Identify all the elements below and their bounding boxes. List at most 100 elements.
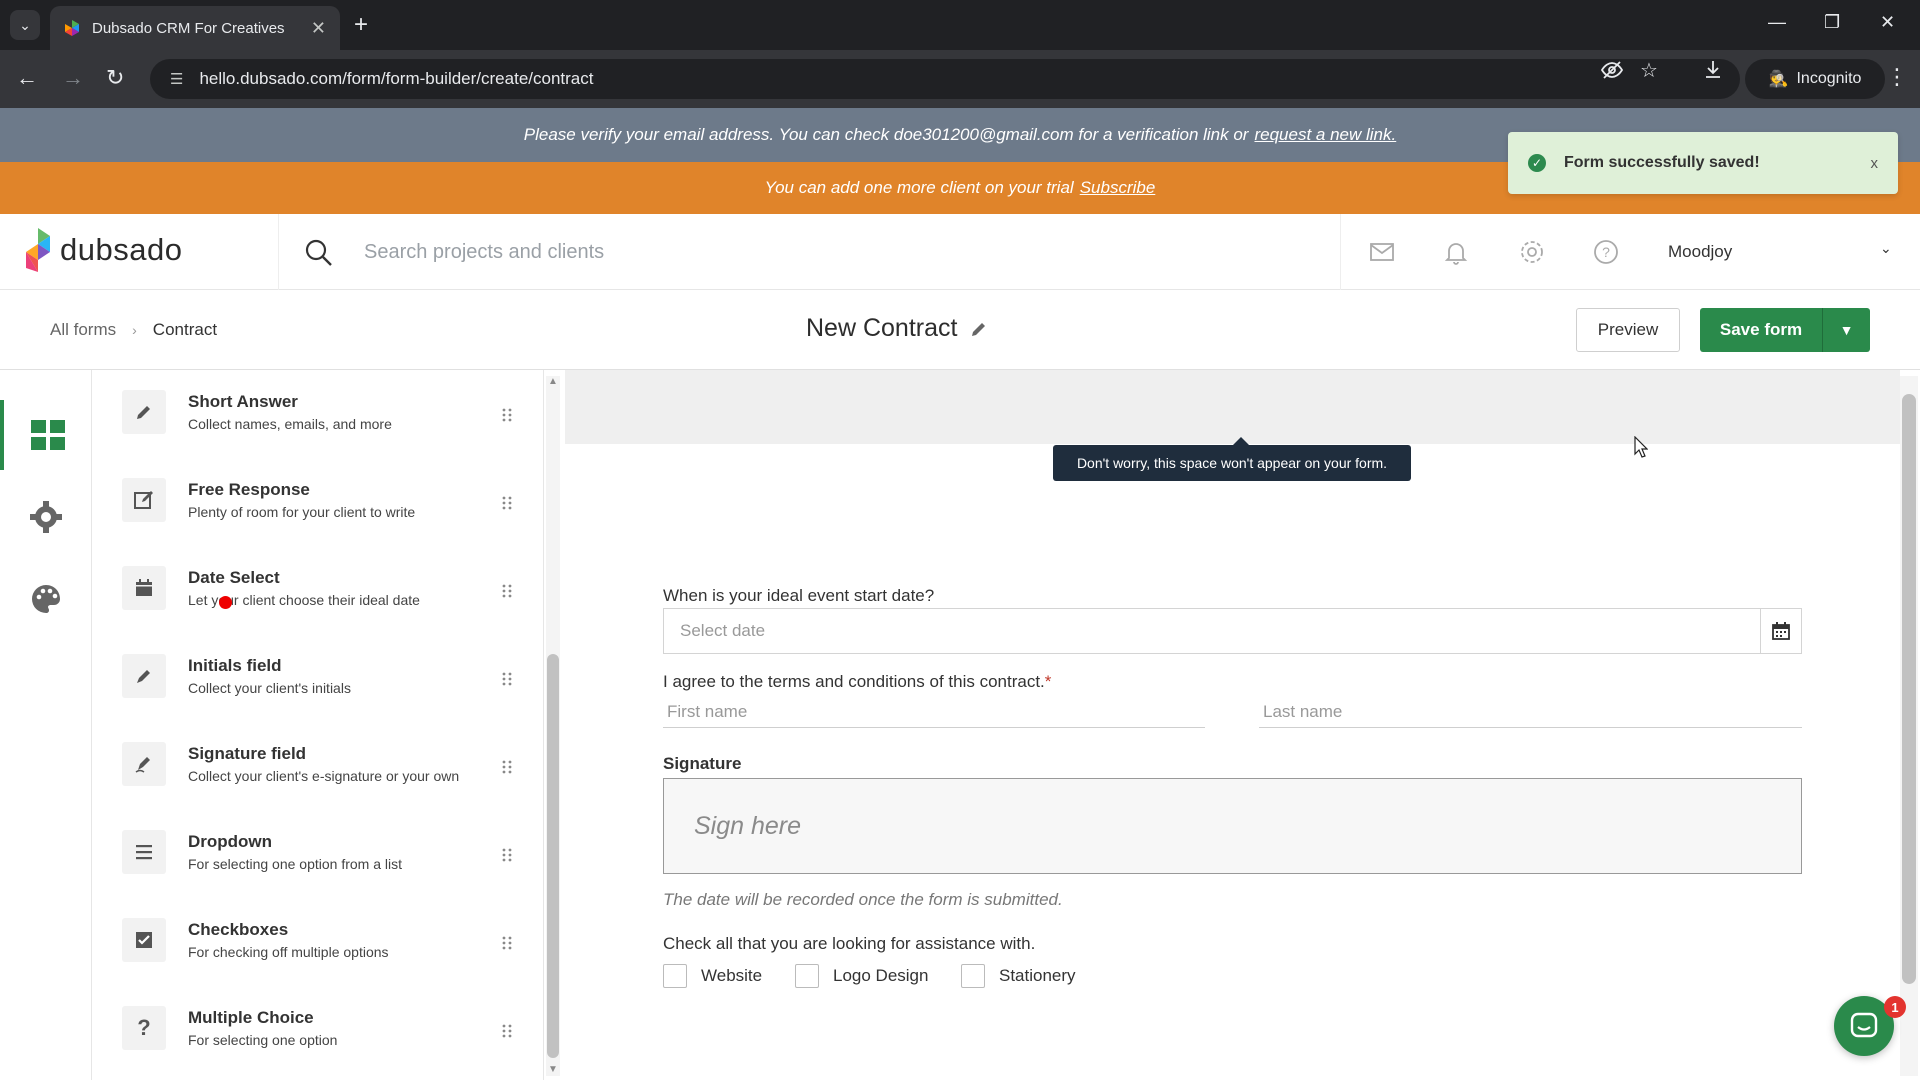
bookmark-star-icon[interactable]: ☆ — [1640, 58, 1658, 83]
success-toast: ✓ Form successfully saved! x — [1508, 132, 1898, 194]
breadcrumb-all-forms[interactable]: All forms — [50, 320, 116, 340]
checkbox-option-stationery[interactable]: Stationery — [961, 964, 1076, 988]
last-name-field[interactable]: Last name — [1259, 692, 1802, 728]
field-desc: For selecting one option — [188, 1032, 338, 1048]
palette-item-checkboxes[interactable]: Checkboxes For checking off multiple opt… — [122, 912, 512, 982]
dubsado-favicon-icon — [65, 20, 79, 36]
date-placeholder: Select date — [680, 621, 766, 640]
signature-icon — [122, 742, 166, 786]
checkbox-option-website[interactable]: Website — [663, 964, 762, 988]
search-icon[interactable] — [304, 238, 334, 268]
checkbox[interactable] — [795, 964, 819, 988]
canvas-scrollbar-thumb[interactable] — [1902, 394, 1916, 984]
tab-search-button[interactable]: ⌄ — [10, 10, 40, 40]
drag-handle-icon[interactable] — [502, 848, 512, 862]
last-name-placeholder: Last name — [1263, 702, 1343, 721]
list-icon — [122, 830, 166, 874]
preview-button[interactable]: Preview — [1576, 308, 1680, 352]
drag-handle-icon[interactable] — [502, 408, 512, 422]
signature-pad[interactable]: Sign here — [663, 778, 1802, 874]
mouse-cursor-icon — [1634, 436, 1648, 458]
browser-tab[interactable]: Dubsado CRM For Creatives ✕ — [50, 6, 340, 50]
checkbox-option-logo-design[interactable]: Logo Design — [795, 964, 928, 988]
chevron-down-icon[interactable]: ⌄ — [1880, 240, 1892, 257]
palette-item-short-answer[interactable]: Short Answer Collect names, emails, and … — [122, 384, 512, 454]
svg-text:?: ? — [1602, 244, 1610, 260]
download-icon[interactable] — [1702, 58, 1724, 86]
reload-icon[interactable]: ↻ — [106, 64, 124, 92]
forward-icon[interactable]: → — [62, 64, 84, 92]
field-desc: Collect names, emails, and more — [188, 416, 392, 432]
back-icon[interactable]: ← — [16, 64, 38, 92]
palette-item-date-select[interactable]: Date Select Let your client choose their… — [122, 560, 512, 630]
site-info-icon[interactable]: ☰ — [170, 70, 183, 88]
drag-handle-icon[interactable] — [502, 936, 512, 950]
sign-here-placeholder: Sign here — [694, 811, 802, 840]
field-name: Initials field — [188, 656, 282, 675]
save-options-caret-icon[interactable]: ▼ — [1822, 308, 1870, 352]
bell-icon[interactable] — [1442, 238, 1470, 266]
first-name-field[interactable]: First name — [663, 692, 1205, 728]
palette-item-multiple-choice[interactable]: ? Multiple Choice For selecting one opti… — [122, 1000, 512, 1070]
checkbox[interactable] — [663, 964, 687, 988]
edit-pencil-icon[interactable] — [969, 319, 989, 339]
palette-item-signature[interactable]: Signature field Collect your client's e-… — [122, 736, 512, 806]
grid-icon — [31, 420, 65, 450]
browser-menu-icon[interactable]: ⋮ — [1886, 64, 1908, 90]
first-name-placeholder: First name — [667, 702, 748, 721]
save-form-button[interactable]: Save form — [1700, 308, 1822, 352]
browser-toolbar: ← → ↻ ☰ hello.dubsado.com/form/form-buil… — [0, 50, 1920, 108]
palette-item-initials[interactable]: Initials field Collect your client's ini… — [122, 648, 512, 718]
address-bar[interactable]: ☰ hello.dubsado.com/form/form-builder/cr… — [150, 59, 1740, 99]
minimize-icon[interactable]: — — [1768, 12, 1786, 33]
drag-handle-icon[interactable] — [502, 760, 512, 774]
search-input[interactable] — [364, 234, 1314, 270]
dubsado-logo[interactable]: dubsado — [24, 228, 182, 272]
restore-icon[interactable]: ❐ — [1824, 12, 1840, 33]
incognito-indicator[interactable]: 🕵 Incognito — [1745, 59, 1885, 99]
palette-item-free-response[interactable]: Free Response Plenty of room for your cl… — [122, 472, 512, 542]
subscribe-link[interactable]: Subscribe — [1080, 178, 1156, 198]
rail-settings-tab[interactable] — [0, 482, 92, 552]
scroll-up-icon[interactable]: ▲ — [548, 376, 558, 387]
toast-message: Form successfully saved! — [1564, 154, 1760, 171]
calendar-picker-button[interactable] — [1760, 608, 1802, 654]
toast-close-button[interactable]: x — [1871, 155, 1879, 172]
palette-icon — [32, 585, 60, 613]
drag-handle-icon[interactable] — [502, 496, 512, 510]
rail-fields-tab[interactable] — [0, 400, 92, 470]
field-desc: Collect your client's initials — [188, 680, 351, 696]
field-name: Multiple Choice — [188, 1008, 314, 1027]
date-select-input[interactable]: Select date — [663, 608, 1760, 654]
help-icon[interactable]: ? — [1592, 238, 1620, 266]
checkbox-label: Website — [701, 966, 763, 985]
user-menu-name[interactable]: Moodjoy — [1668, 242, 1732, 262]
chevron-right-icon: › — [132, 322, 137, 338]
palette-scrollbar-thumb[interactable] — [547, 654, 559, 1058]
new-tab-button[interactable]: + — [354, 12, 368, 38]
close-window-icon[interactable]: ✕ — [1880, 12, 1895, 33]
settings-gear-icon[interactable] — [1518, 238, 1546, 266]
scroll-down-icon[interactable]: ▼ — [548, 1064, 558, 1075]
url-text: hello.dubsado.com/form/form-builder/crea… — [199, 69, 594, 88]
request-new-link[interactable]: request a new link. — [1254, 125, 1396, 145]
field-name: Signature field — [188, 744, 307, 763]
question-icon: ? — [122, 1006, 166, 1050]
drag-handle-icon[interactable] — [502, 584, 512, 598]
pencil-icon — [122, 390, 166, 434]
recording-dot — [219, 596, 232, 609]
rail-style-tab[interactable] — [0, 564, 92, 634]
eye-off-icon[interactable] — [1600, 58, 1624, 88]
incognito-label: Incognito — [1796, 70, 1862, 87]
tooltip-arrow — [1233, 437, 1249, 445]
mail-icon[interactable] — [1368, 238, 1396, 266]
drag-handle-icon[interactable] — [502, 672, 512, 686]
header-spacer-area[interactable] — [565, 370, 1900, 444]
browser-tab-bar: ⌄ Dubsado CRM For Creatives ✕ + — ❐ ✕ — [0, 0, 1920, 50]
drag-handle-icon[interactable] — [502, 1024, 512, 1038]
field-name: Free Response — [188, 480, 310, 499]
tab-close-icon[interactable]: ✕ — [311, 18, 326, 39]
checkbox[interactable] — [961, 964, 985, 988]
form-title-text: New Contract — [806, 314, 958, 342]
palette-item-dropdown[interactable]: Dropdown For selecting one option from a… — [122, 824, 512, 894]
